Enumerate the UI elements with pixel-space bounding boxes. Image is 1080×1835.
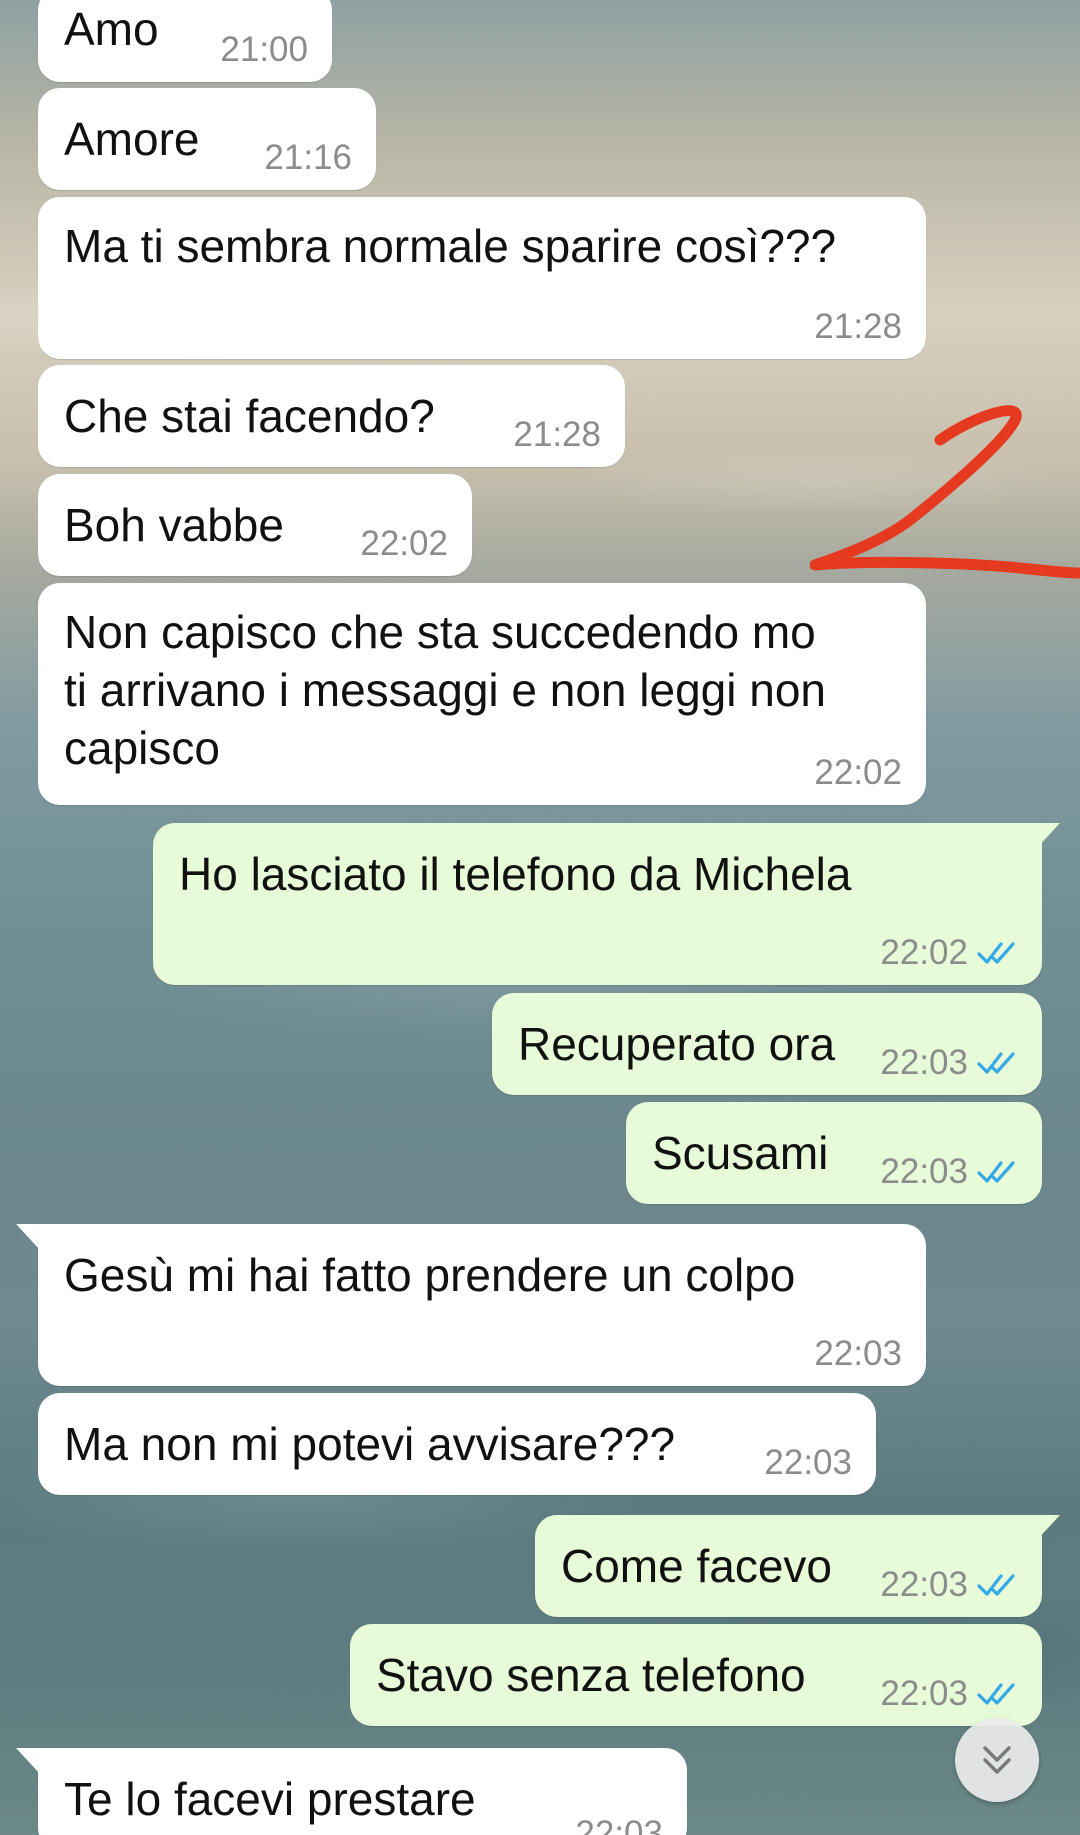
message-meta: 22:03 [880,1152,1018,1192]
message-bubble-outgoing[interactable]: Recuperato ora 22:03 [492,993,1042,1095]
message-meta: 22:02 [814,753,902,793]
message-bubble-outgoing[interactable]: Stavo senza telefono 22:03 [350,1624,1042,1726]
message-meta: 21:28 [513,415,601,455]
message-meta: 22:03 [880,1674,1018,1714]
message-text: Te lo facevi prestare [64,1773,476,1825]
message-time: 21:16 [264,138,352,177]
message-bubble-incoming[interactable]: Che stai facendo? 21:28 [38,365,625,467]
double-chevron-down-icon [983,1746,1011,1774]
message-bubble-incoming[interactable]: Amore 21:16 [38,88,376,190]
message-bubble-incoming[interactable]: Ma non mi potevi avvisare??? 22:03 [38,1393,876,1495]
message-time: 21:28 [513,415,601,454]
message-bubble-incoming[interactable]: Boh vabbe 22:02 [38,474,472,576]
annotation-label: 2 [810,395,811,396]
message-meta: 22:02 [880,933,1018,973]
message-text: Ma ti sembra normale sparire così??? [64,220,837,272]
double-check-icon [977,942,1015,964]
bubble-tail [16,1748,40,1774]
message-bubble-outgoing[interactable]: Ho lasciato il telefono da Michela 22:02 [153,823,1042,985]
message-bubble-incoming[interactable]: Non capisco che sta succedendo mo ti arr… [38,583,926,805]
message-meta: 22:03 [575,1814,663,1835]
message-bubble-incoming[interactable]: Te lo facevi prestare 22:03 [38,1748,687,1835]
message-meta: 22:03 [880,1043,1018,1083]
message-meta: 22:03 [880,1565,1018,1605]
message-text: Gesù mi hai fatto prendere un colpo [64,1249,796,1301]
double-check-icon [977,1052,1015,1074]
message-time: 21:28 [814,307,902,346]
message-time: 22:02 [360,524,448,563]
message-time: 22:03 [575,1814,663,1835]
message-time: 22:02 [814,753,902,792]
message-time: 22:03 [764,1443,852,1482]
message-bubble-incoming[interactable]: Ma ti sembra normale sparire così??? 21:… [38,197,926,359]
message-meta: 22:02 [360,524,448,564]
message-bubble-incoming[interactable]: Amo 21:00 [38,0,332,82]
message-text: Ma non mi potevi avvisare??? [64,1418,676,1470]
message-meta: 22:03 [814,1334,902,1374]
double-check-icon [977,1574,1015,1596]
double-check-icon [977,1683,1015,1705]
message-bubble-outgoing[interactable]: Come facevo 22:03 [535,1515,1042,1617]
message-time: 22:02 [880,933,968,972]
message-time: 22:03 [814,1334,902,1373]
message-meta: 21:28 [814,307,902,347]
message-text: Non capisco che sta succedendo mo ti arr… [64,606,827,774]
double-check-icon [977,1161,1015,1183]
message-time: 22:03 [880,1152,968,1191]
bubble-tail [16,1224,40,1250]
scroll-to-bottom-button[interactable] [955,1718,1039,1802]
message-time: 22:03 [880,1043,968,1082]
message-time: 22:03 [880,1674,968,1713]
message-meta: 21:00 [220,30,308,70]
message-meta: 21:16 [264,138,352,178]
message-bubble-incoming[interactable]: Gesù mi hai fatto prendere un colpo 22:0… [38,1224,926,1386]
message-time: 22:03 [880,1565,968,1604]
message-meta: 22:03 [764,1443,852,1483]
message-bubble-outgoing[interactable]: Scusami 22:03 [626,1102,1042,1204]
message-text: Ho lasciato il telefono da Michela [179,848,852,900]
message-time: 21:00 [220,30,308,69]
handwritten-annotation: 2 [810,395,1080,579]
